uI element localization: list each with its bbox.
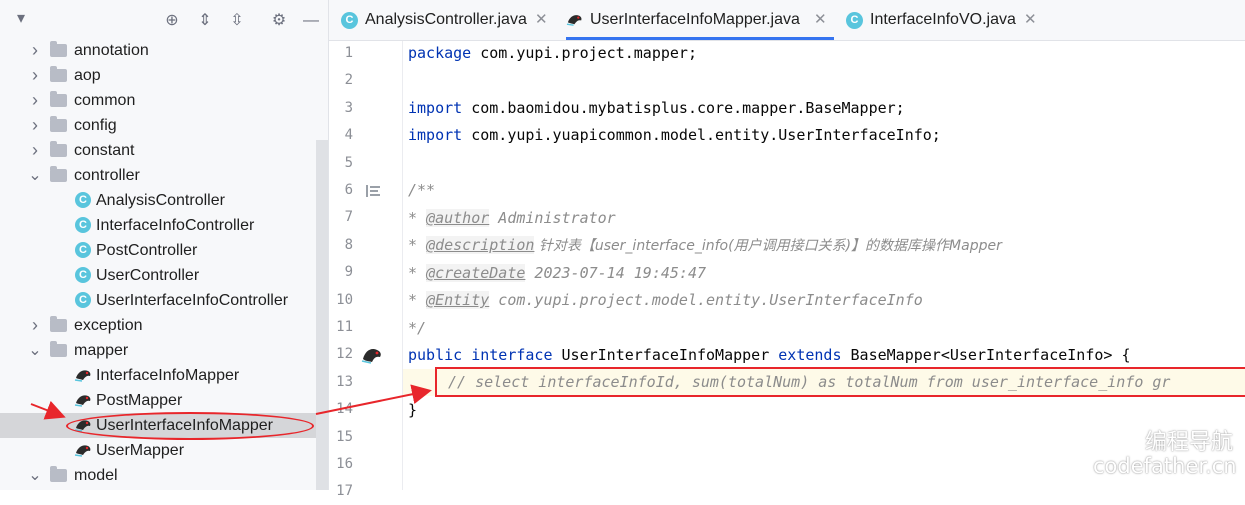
annotation-arrows [30, 384, 432, 420]
watermark-title: 编程导航 [1145, 430, 1234, 455]
arrow-to-tree-item [30, 400, 66, 420]
watermark-url: codefather.cn [1093, 454, 1237, 478]
arrow-to-code-line [315, 384, 432, 415]
